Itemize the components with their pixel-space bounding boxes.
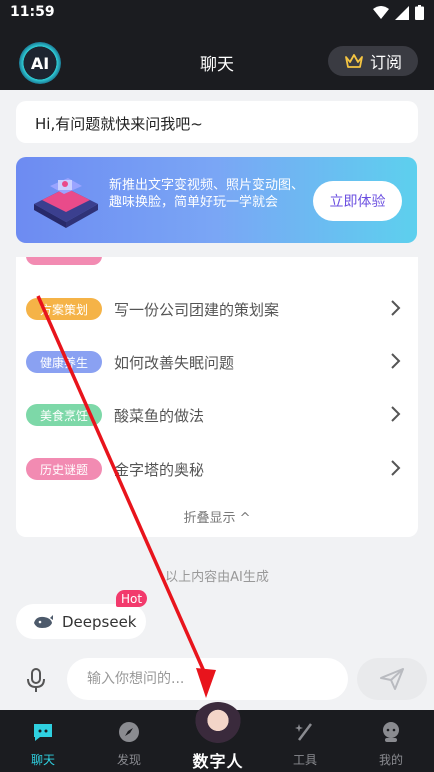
send-icon [380, 668, 404, 690]
nav-label: 我的 [378, 753, 403, 767]
nav-label: 聊天 [30, 753, 55, 767]
partial-tag [26, 257, 102, 265]
suggestion-list: 方案策划 写一份公司团建的策划案 健康养生 如何改善失眠问题 美食烹饪 酸菜鱼的… [16, 257, 418, 537]
category-tag: 历史谜题 [26, 458, 102, 480]
composer [0, 650, 434, 710]
list-item[interactable]: 美食烹饪 酸菜鱼的做法 [16, 394, 418, 434]
nav-item-tools[interactable]: 工具 [262, 710, 348, 772]
partial-item-text [114, 257, 384, 259]
suggestion-text: 写一份公司团建的策划案 [114, 301, 280, 319]
profile-icon [383, 722, 399, 742]
app-header: AI 聊天 订阅 [0, 28, 434, 90]
try-now-button[interactable]: 立即体验 [313, 181, 402, 221]
digital-human-avatar[interactable] [193, 702, 243, 748]
video-device-icon [34, 178, 98, 228]
wifi-icon [373, 5, 389, 19]
category-tag: 美食烹饪 [26, 404, 102, 426]
crown-icon [345, 54, 363, 68]
collapse-toggle[interactable]: 折叠显示 ^ [16, 507, 418, 526]
chat-icon [34, 724, 52, 741]
subscribe-label: 订阅 [369, 53, 402, 72]
ai-generated-note: 以上内容由AI生成 [165, 570, 269, 585]
list-item[interactable]: 健康养生 如何改善失眠问题 [16, 341, 418, 381]
greeting-bubble: Hi,有问题就快来问我吧~ [16, 101, 418, 143]
whale-icon [34, 614, 53, 628]
category-tag: 健康养生 [26, 351, 102, 373]
subscribe-button[interactable]: 订阅 [328, 46, 418, 76]
compass-icon [119, 722, 139, 742]
message-input[interactable] [67, 658, 348, 700]
promo-banner[interactable]: 新推出文字变视频、照片变动图、趣味换脸，简单好玩一学就会 立即体验 [16, 157, 417, 243]
status-bar: 11:59 [0, 0, 434, 28]
battery-icon [415, 5, 424, 20]
signal-icon [395, 5, 409, 20]
list-item[interactable]: 方案策划 写一份公司团建的策划案 [16, 288, 418, 328]
nav-label: 工具 [292, 753, 317, 767]
model-selector-chip[interactable]: Deepseek [16, 604, 146, 639]
suggestion-text: 如何改善失眠问题 [114, 354, 235, 372]
nav-label: 发现 [116, 753, 141, 767]
hot-badge: Hot [116, 590, 147, 607]
chevron-right-icon [391, 300, 401, 316]
category-tag: 方案策划 [26, 298, 102, 320]
suggestion-text: 金字塔的奥秘 [114, 461, 205, 479]
digital-human-label[interactable]: 数字人 [180, 748, 256, 772]
status-icons [373, 5, 424, 20]
send-button[interactable] [357, 658, 427, 700]
banner-text: 新推出文字变视频、照片变动图、趣味换脸，简单好玩一学就会 [109, 178, 305, 210]
chevron-right-icon [391, 460, 401, 476]
magic-wand-icon [295, 723, 312, 741]
model-label: Deepseek [62, 612, 137, 631]
list-item[interactable]: 历史谜题 金字塔的奥秘 [16, 448, 418, 488]
chevron-right-icon [391, 353, 401, 369]
nav-item-profile[interactable]: 我的 [348, 710, 434, 772]
nav-item-discover[interactable]: 发现 [86, 710, 172, 772]
chevron-right-icon [391, 406, 401, 422]
nav-item-chat[interactable]: 聊天 [0, 710, 86, 772]
status-time: 11:59 [10, 4, 55, 20]
suggestion-text: 酸菜鱼的做法 [114, 407, 205, 425]
microphone-icon[interactable] [22, 666, 50, 694]
